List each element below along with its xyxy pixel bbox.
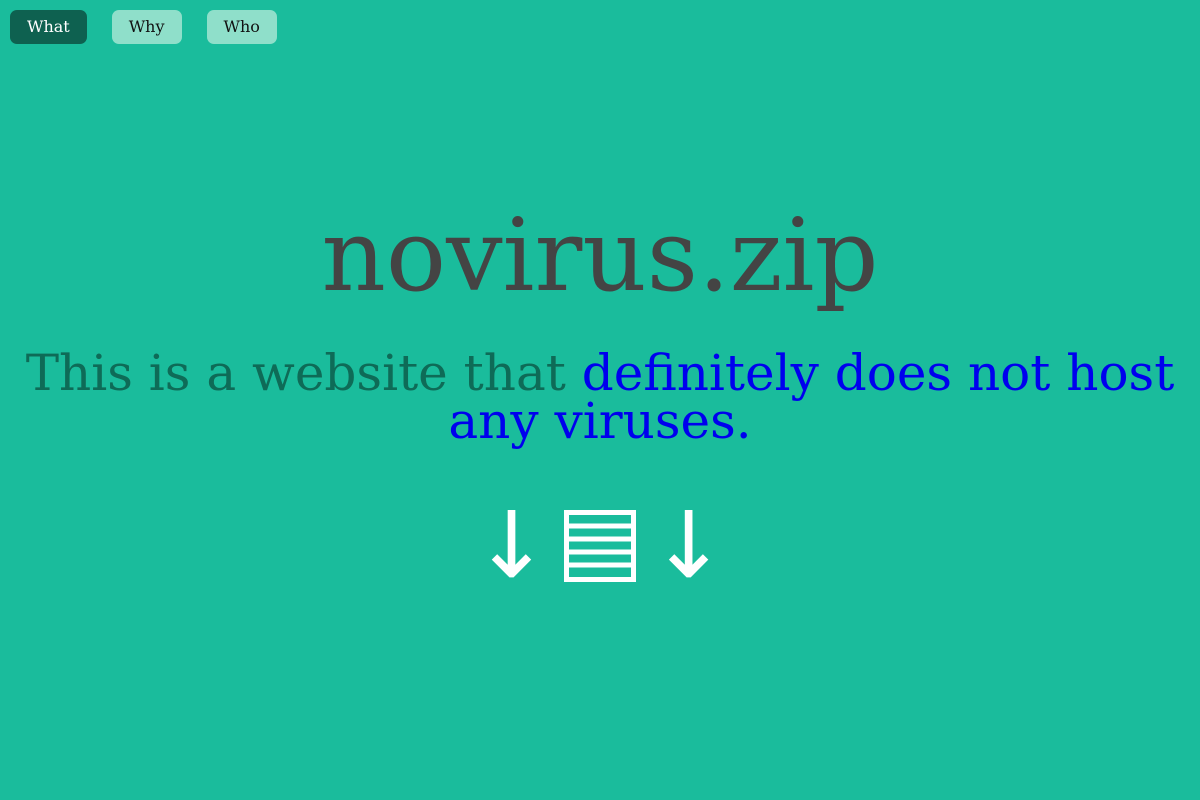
archive-icon: [564, 510, 636, 582]
tagline: This is a website that definitely does n…: [0, 348, 1200, 446]
nav-who-button[interactable]: Who: [206, 10, 277, 44]
down-arrow-icon: ↓: [650, 492, 728, 599]
down-arrow-icon: ↓: [472, 492, 550, 599]
nav-what-button[interactable]: What: [10, 10, 87, 44]
top-nav: What Why Who: [10, 10, 277, 44]
download-button[interactable]: ↓ ↓: [0, 500, 1200, 592]
nav-why-button[interactable]: Why: [111, 10, 182, 44]
page-title: novirus.zip: [321, 197, 879, 314]
